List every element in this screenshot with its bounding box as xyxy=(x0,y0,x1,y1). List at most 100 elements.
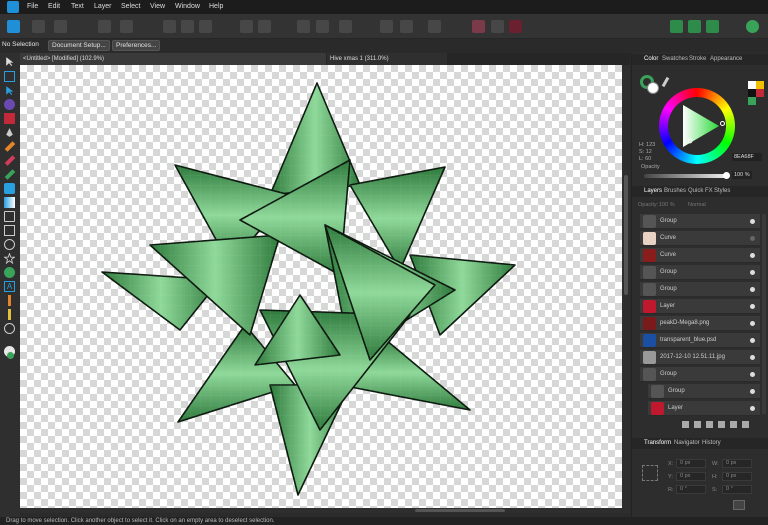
tab-history[interactable]: History xyxy=(702,440,721,446)
swatch-black[interactable] xyxy=(748,89,756,97)
move-tool-icon[interactable] xyxy=(4,56,15,67)
export-persona-icon[interactable] xyxy=(54,20,67,33)
mask-icon[interactable] xyxy=(682,421,689,428)
opacity-slider[interactable] xyxy=(644,174,726,178)
tab-layers[interactable]: Layers xyxy=(644,188,662,194)
visibility-icon[interactable] xyxy=(750,389,755,394)
insertion-inside-icon[interactable] xyxy=(491,20,504,33)
visibility-icon[interactable] xyxy=(750,372,755,377)
layer-row[interactable]: Group xyxy=(640,214,760,229)
document-setup-button[interactable]: Document Setup... xyxy=(48,40,110,51)
ellipse-tool-icon[interactable] xyxy=(4,239,15,250)
delete-layer-icon[interactable] xyxy=(742,421,749,428)
tab-untitled[interactable]: <Untitled> [Modified] (102.9%) xyxy=(20,53,326,65)
menu-select[interactable]: Select xyxy=(121,3,140,10)
tab-stroke[interactable]: Stroke xyxy=(689,56,706,62)
paint-brush-tool-icon[interactable] xyxy=(4,169,16,180)
node-tool-icon[interactable] xyxy=(4,85,15,96)
y-field[interactable]: 0 px xyxy=(676,472,706,481)
boolean-add-icon[interactable] xyxy=(380,20,393,33)
color-triangle[interactable] xyxy=(673,102,721,150)
tab-appearance[interactable]: Appearance xyxy=(710,56,742,62)
opacity-slider-handle[interactable] xyxy=(723,172,730,179)
rotate-right-icon[interactable] xyxy=(316,20,329,33)
layer-row[interactable]: peakD-Mega8.png xyxy=(640,316,760,331)
fill-tool-icon[interactable] xyxy=(4,183,15,194)
opacity-value[interactable]: 100 % xyxy=(732,171,752,179)
layer-row[interactable]: Group xyxy=(648,384,760,399)
zoom-tool-icon[interactable] xyxy=(4,323,15,334)
layer-row[interactable]: Group xyxy=(640,282,760,297)
shape-tool-icon[interactable] xyxy=(4,267,15,278)
visibility-icon[interactable] xyxy=(750,219,755,224)
w-field[interactable]: 0 px xyxy=(722,459,752,468)
layer-row[interactable]: Layer xyxy=(640,299,760,314)
tab-styles[interactable]: Styles xyxy=(714,188,730,194)
align-center-icon[interactable] xyxy=(181,20,194,33)
horizontal-scrollbar[interactable] xyxy=(20,508,630,513)
visibility-icon[interactable] xyxy=(750,406,755,411)
tab-hive-xmas[interactable]: Hive xmas 1 (311.0%) xyxy=(327,53,447,65)
tab-swatches[interactable]: Swatches xyxy=(662,56,688,62)
menu-file[interactable]: File xyxy=(27,3,38,10)
tab-brushes[interactable]: Brushes xyxy=(664,188,686,194)
snapping-manager-icon[interactable] xyxy=(688,20,701,33)
text-tool-icon[interactable]: A xyxy=(4,281,15,292)
visibility-icon[interactable] xyxy=(750,270,755,275)
menu-view[interactable]: View xyxy=(150,3,165,10)
color-picker-icon[interactable] xyxy=(661,76,670,88)
fill-mode-icon[interactable] xyxy=(509,20,522,33)
layer-row[interactable]: 2017-12-10 12.51.11.jpg xyxy=(640,350,760,365)
layer-row[interactable]: Curve xyxy=(640,231,760,246)
layer-row[interactable]: Curve xyxy=(640,248,760,263)
transform-origin-icon[interactable] xyxy=(733,500,745,510)
swatch-white[interactable] xyxy=(748,81,756,89)
swatch-red[interactable] xyxy=(756,89,764,97)
boolean-intersect-icon[interactable] xyxy=(428,20,441,33)
boolean-subtract-icon[interactable] xyxy=(400,20,413,33)
color-picker-tool-icon[interactable] xyxy=(8,295,11,306)
shear-field[interactable]: 0 ° xyxy=(722,485,752,494)
layer-row[interactable]: Layer xyxy=(648,401,760,416)
visibility-icon[interactable] xyxy=(750,287,755,292)
group-icon[interactable] xyxy=(718,421,725,428)
fill-color-well[interactable] xyxy=(647,82,659,94)
horizontal-scroll-thumb[interactable] xyxy=(415,509,505,512)
layers-scrollbar[interactable] xyxy=(762,214,766,414)
visibility-icon[interactable] xyxy=(750,253,755,258)
corner-tool-icon[interactable] xyxy=(4,113,15,124)
hue-handle[interactable] xyxy=(720,121,725,126)
tab-quick-fx[interactable]: Quick FX xyxy=(688,188,713,194)
visibility-icon[interactable] xyxy=(750,355,755,360)
point-transform-tool-icon[interactable] xyxy=(4,99,15,110)
vertical-scrollbar[interactable] xyxy=(622,65,630,510)
menu-layer[interactable]: Layer xyxy=(94,3,112,10)
snapping-icon[interactable] xyxy=(120,20,133,33)
pen-tool-icon[interactable] xyxy=(4,127,15,138)
insertion-target-icon[interactable] xyxy=(472,20,485,33)
layer-opacity-value[interactable]: 100 % xyxy=(659,202,675,208)
view-mode-icon[interactable] xyxy=(706,20,719,33)
transparency-tool-icon[interactable] xyxy=(8,309,11,320)
stroke-swatch-icon[interactable] xyxy=(7,352,14,359)
star-tool-icon[interactable] xyxy=(4,253,15,264)
designer-persona-icon[interactable] xyxy=(7,20,20,33)
visibility-icon[interactable] xyxy=(750,304,755,309)
menu-text[interactable]: Text xyxy=(71,3,84,10)
menu-edit[interactable]: Edit xyxy=(48,3,60,10)
crop-tool-icon[interactable] xyxy=(4,211,15,222)
rotation-field[interactable]: 0 ° xyxy=(676,485,706,494)
assistant-icon[interactable] xyxy=(670,20,683,33)
layer-row[interactable]: Group xyxy=(640,367,760,382)
anchor-selector-icon[interactable] xyxy=(642,465,658,481)
menu-window[interactable]: Window xyxy=(175,3,200,10)
arrange-back-icon[interactable] xyxy=(240,20,253,33)
adjustment-icon[interactable] xyxy=(694,421,701,428)
pencil-tool-icon[interactable] xyxy=(4,141,16,152)
swatch-green[interactable] xyxy=(748,97,756,105)
flip-icon[interactable] xyxy=(339,20,352,33)
x-field[interactable]: 0 px xyxy=(676,459,706,468)
h-field[interactable]: 0 px xyxy=(722,472,752,481)
blend-mode-select[interactable]: Normal xyxy=(688,202,706,208)
tab-color[interactable]: Color xyxy=(644,56,658,62)
